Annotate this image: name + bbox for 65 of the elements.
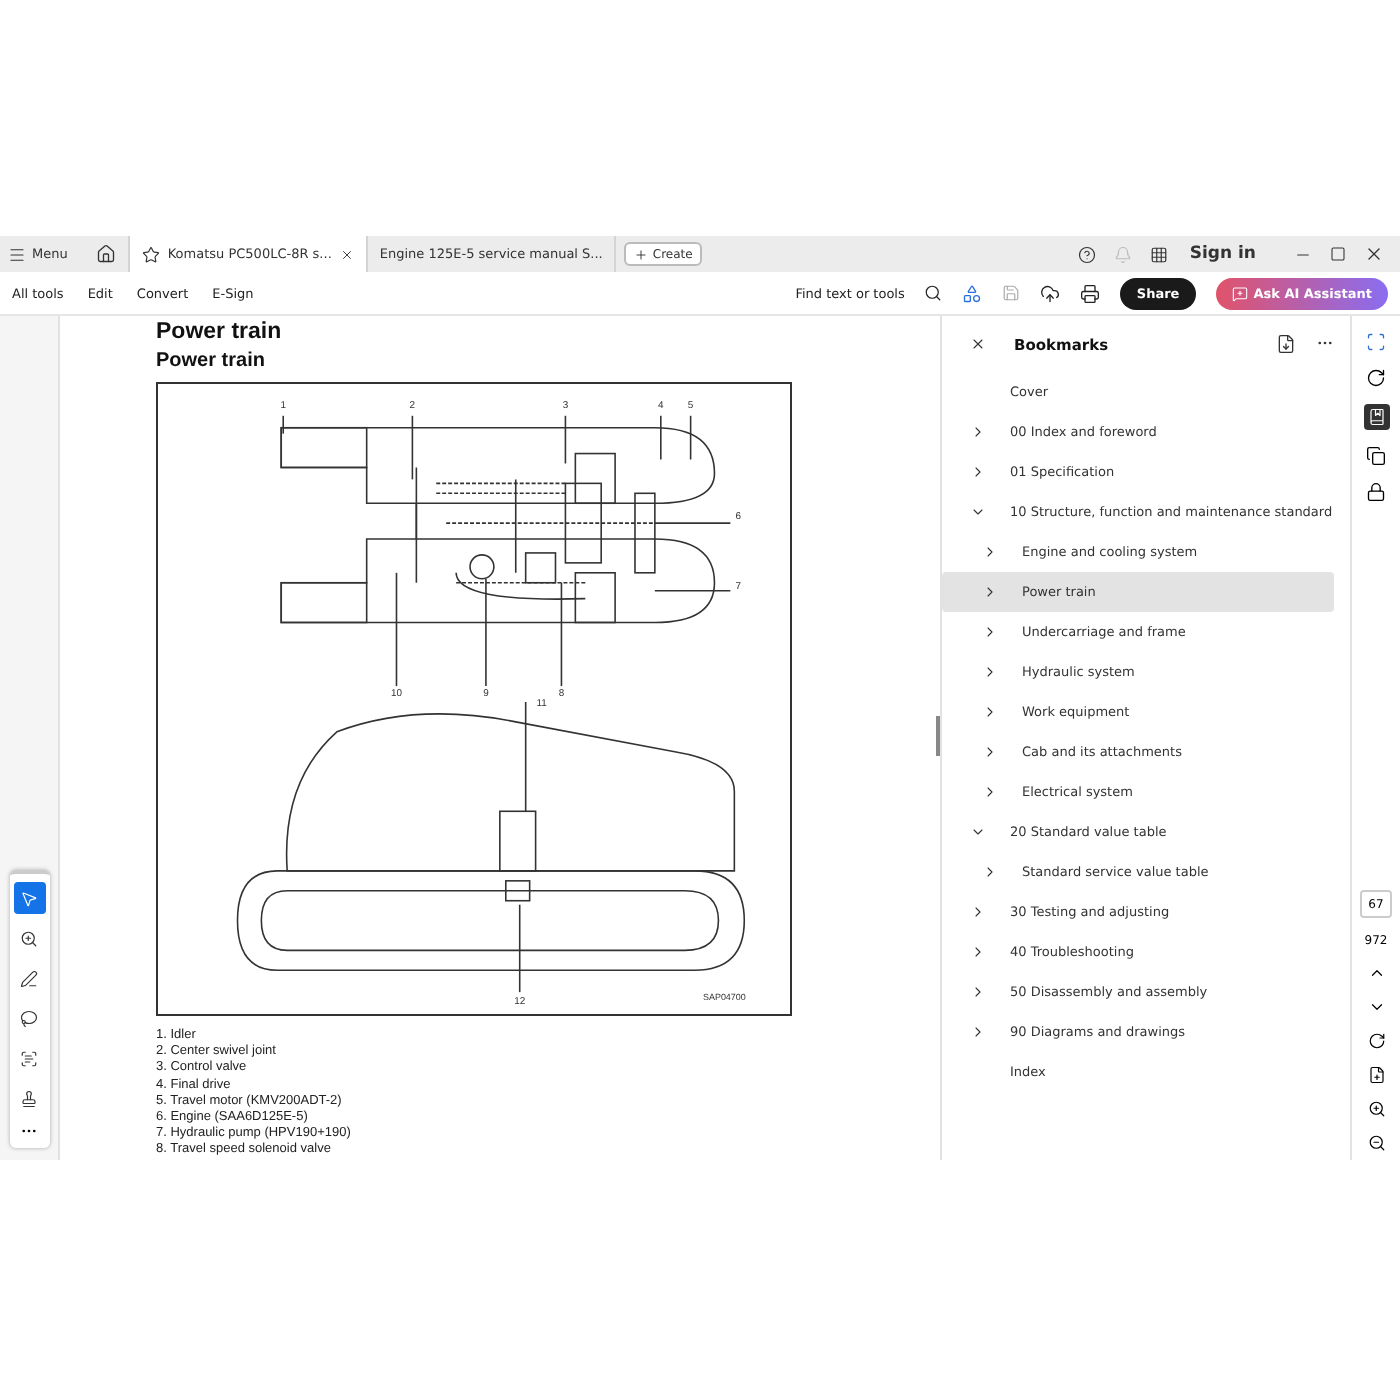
chevron-right-icon[interactable] — [970, 944, 986, 960]
chevron-right-icon[interactable] — [970, 984, 986, 1000]
chevron-down-icon[interactable] — [970, 824, 986, 840]
leader-line — [282, 415, 284, 435]
leader-line — [411, 415, 414, 481]
bookmark-icon — [1367, 408, 1385, 426]
file-icon[interactable] — [1367, 1066, 1385, 1084]
bookmark-add-icon[interactable] — [1276, 334, 1296, 354]
rotate-icon[interactable] — [1366, 368, 1386, 388]
pen-icon — [20, 969, 38, 987]
leader-line — [524, 701, 527, 813]
leader-line — [654, 589, 732, 592]
maximize-icon[interactable] — [1330, 246, 1346, 262]
close-icon[interactable] — [1364, 244, 1384, 264]
pointer-icon — [20, 889, 38, 907]
chevron-right-icon[interactable] — [970, 424, 986, 440]
leader-line — [564, 415, 567, 465]
star-icon[interactable] — [141, 245, 160, 263]
chevron-right-icon[interactable] — [982, 664, 998, 680]
stamp-icon — [20, 1089, 38, 1107]
refresh-icon[interactable] — [1367, 1032, 1385, 1050]
chevron-down-icon[interactable] — [1367, 998, 1385, 1016]
home-icon[interactable] — [95, 244, 116, 264]
chevron-right-icon[interactable] — [982, 744, 998, 760]
zoom-out-icon[interactable] — [1367, 1134, 1385, 1152]
search-icon[interactable] — [924, 284, 943, 302]
leader-line — [518, 903, 521, 993]
leader-line — [560, 581, 563, 687]
page-subtitle: Power train — [156, 350, 267, 372]
zoom-in-icon[interactable] — [1367, 1100, 1385, 1118]
chevron-right-icon[interactable] — [982, 544, 998, 560]
page-title: Power train — [156, 320, 284, 344]
apps-grid-icon[interactable] — [1149, 245, 1168, 263]
chevron-right-icon[interactable] — [982, 624, 998, 640]
text-box-icon — [20, 1049, 38, 1067]
chevron-right-icon[interactable] — [982, 584, 998, 600]
chevron-right-icon[interactable] — [970, 904, 986, 920]
menu-icon[interactable] — [8, 245, 26, 263]
plus-icon — [634, 247, 649, 261]
sign-in-link[interactable]: Sign in — [1189, 244, 1256, 264]
pages-icon[interactable] — [1366, 446, 1386, 466]
scrollbar-thumb[interactable] — [936, 716, 940, 756]
lasso-icon — [20, 1009, 38, 1027]
chevron-right-icon[interactable] — [970, 464, 986, 480]
leader-line — [660, 415, 662, 461]
shapes-icon[interactable] — [962, 283, 983, 303]
chat-plus-icon — [1231, 285, 1248, 301]
chevron-down-icon[interactable] — [970, 504, 986, 520]
help-icon[interactable] — [1077, 245, 1096, 263]
close-icon[interactable] — [970, 336, 986, 352]
chevron-right-icon[interactable] — [970, 1024, 986, 1040]
close-icon[interactable] — [339, 247, 354, 261]
leader-line — [654, 522, 732, 524]
chevron-right-icon[interactable] — [982, 704, 998, 720]
chevron-up-icon[interactable] — [1367, 964, 1385, 982]
leader-line — [485, 577, 487, 687]
leader-line — [689, 415, 692, 461]
chevron-right-icon[interactable] — [982, 784, 998, 800]
chevron-right-icon[interactable] — [982, 864, 998, 880]
leader-line — [395, 572, 398, 687]
print-icon[interactable] — [1080, 283, 1101, 303]
bookmarks-tool-button[interactable] — [1363, 404, 1389, 430]
upload-icon[interactable] — [1040, 283, 1061, 303]
lock-icon[interactable] — [1366, 482, 1386, 502]
zoom-icon — [20, 929, 38, 947]
